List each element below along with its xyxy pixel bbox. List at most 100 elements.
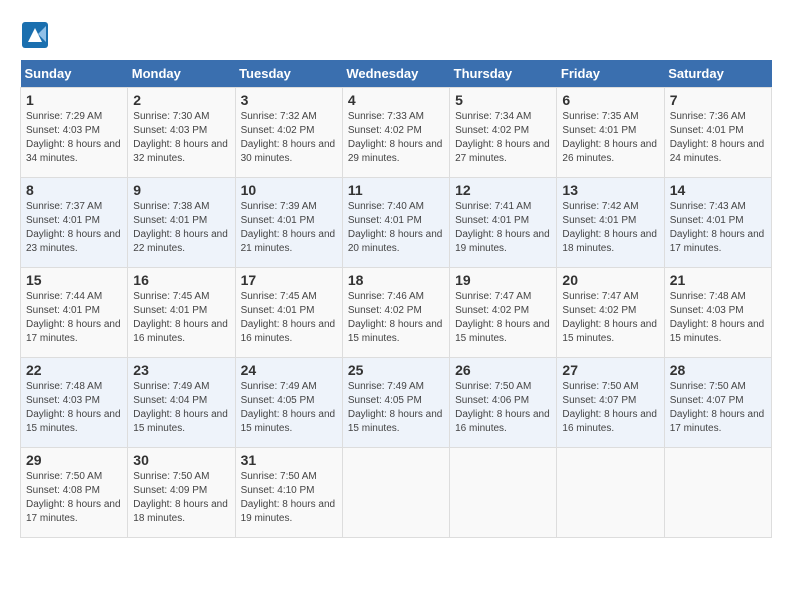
calendar-cell (342, 448, 449, 538)
day-number: 14 (670, 182, 766, 198)
day-number: 9 (133, 182, 229, 198)
day-info: Sunrise: 7:50 AMSunset: 4:07 PMDaylight:… (562, 380, 658, 436)
calendar-week-row: 29 Sunrise: 7:50 AMSunset: 4:08 PMDayligh… (21, 448, 772, 538)
day-info: Sunrise: 7:35 AMSunset: 4:01 PMDaylight:… (562, 110, 658, 166)
day-info: Sunrise: 7:50 AMSunset: 4:08 PMDaylight:… (26, 470, 122, 526)
calendar-week-row: 22 Sunrise: 7:48 AMSunset: 4:03 PMDayligh… (21, 358, 772, 448)
calendar-cell: 23 Sunrise: 7:49 AMSunset: 4:04 PMDayligh… (128, 358, 235, 448)
calendar-cell: 13Sunrise: 7:42 AMSunset: 4:01 PMDayligh… (557, 178, 664, 268)
calendar-cell: 9Sunrise: 7:38 AMSunset: 4:01 PMDaylight… (128, 178, 235, 268)
calendar-cell: 16Sunrise: 7:45 AMSunset: 4:01 PMDayligh… (128, 268, 235, 358)
day-info: Sunrise: 7:43 AMSunset: 4:01 PMDaylight:… (670, 200, 766, 256)
day-number: 7 (670, 92, 766, 108)
calendar-cell (450, 448, 557, 538)
calendar-table: SundayMondayTuesdayWednesdayThursdayFrid… (20, 60, 772, 538)
calendar-cell: 1 Sunrise: 7:29 AMSunset: 4:03 PMDaylight… (21, 88, 128, 178)
day-info: Sunrise: 7:30 AMSunset: 4:03 PMDaylight:… (133, 110, 229, 166)
day-number: 17 (241, 272, 337, 288)
day-number: 31 (241, 452, 337, 468)
day-info: Sunrise: 7:47 AMSunset: 4:02 PMDaylight:… (562, 290, 658, 346)
calendar-cell: 14 Sunrise: 7:43 AMSunset: 4:01 PMDayligh… (664, 178, 771, 268)
header-friday: Friday (557, 60, 664, 88)
calendar-cell: 20 Sunrise: 7:47 AMSunset: 4:02 PMDayligh… (557, 268, 664, 358)
day-info: Sunrise: 7:48 AMSunset: 4:03 PMDaylight:… (26, 380, 122, 436)
day-info: Sunrise: 7:49 AMSunset: 4:05 PMDaylight:… (348, 380, 444, 436)
calendar-cell: 6 Sunrise: 7:35 AMSunset: 4:01 PMDaylight… (557, 88, 664, 178)
day-info: Sunrise: 7:29 AMSunset: 4:03 PMDaylight:… (26, 110, 122, 166)
day-number: 23 (133, 362, 229, 378)
calendar-header-row: SundayMondayTuesdayWednesdayThursdayFrid… (21, 60, 772, 88)
day-info: Sunrise: 7:47 AMSunset: 4:02 PMDaylight:… (455, 290, 551, 346)
calendar-week-row: 15 Sunrise: 7:44 AMSunset: 4:01 PMDayligh… (21, 268, 772, 358)
day-info: Sunrise: 7:41 AMSunset: 4:01 PMDaylight:… (455, 200, 551, 256)
day-info: Sunrise: 7:50 AMSunset: 4:09 PMDaylight:… (133, 470, 229, 526)
day-info: Sunrise: 7:32 AMSunset: 4:02 PMDaylight:… (241, 110, 337, 166)
day-info: Sunrise: 7:49 AMSunset: 4:04 PMDaylight:… (133, 380, 229, 436)
day-number: 5 (455, 92, 551, 108)
day-number: 24 (241, 362, 337, 378)
day-info: Sunrise: 7:50 AMSunset: 4:06 PMDaylight:… (455, 380, 551, 436)
calendar-cell: 15 Sunrise: 7:44 AMSunset: 4:01 PMDayligh… (21, 268, 128, 358)
day-number: 29 (26, 452, 122, 468)
day-info: Sunrise: 7:48 AMSunset: 4:03 PMDaylight:… (670, 290, 766, 346)
day-info: Sunrise: 7:37 AMSunset: 4:01 PMDaylight:… (26, 200, 122, 256)
calendar-cell: 22 Sunrise: 7:48 AMSunset: 4:03 PMDayligh… (21, 358, 128, 448)
day-number: 15 (26, 272, 122, 288)
calendar-cell (557, 448, 664, 538)
calendar-cell: 3 Sunrise: 7:32 AMSunset: 4:02 PMDaylight… (235, 88, 342, 178)
calendar-cell: 27 Sunrise: 7:50 AMSunset: 4:07 PMDayligh… (557, 358, 664, 448)
day-number: 18 (348, 272, 444, 288)
day-info: Sunrise: 7:49 AMSunset: 4:05 PMDaylight:… (241, 380, 337, 436)
calendar-week-row: 1 Sunrise: 7:29 AMSunset: 4:03 PMDaylight… (21, 88, 772, 178)
day-number: 21 (670, 272, 766, 288)
calendar-cell: 17 Sunrise: 7:45 AMSunset: 4:01 PMDayligh… (235, 268, 342, 358)
calendar-week-row: 8 Sunrise: 7:37 AMSunset: 4:01 PMDaylight… (21, 178, 772, 268)
calendar-cell: 28 Sunrise: 7:50 AMSunset: 4:07 PMDayligh… (664, 358, 771, 448)
day-number: 16 (133, 272, 229, 288)
day-number: 4 (348, 92, 444, 108)
header-tuesday: Tuesday (235, 60, 342, 88)
day-number: 20 (562, 272, 658, 288)
day-info: Sunrise: 7:45 AMSunset: 4:01 PMDaylight:… (241, 290, 337, 346)
calendar-cell: 12Sunrise: 7:41 AMSunset: 4:01 PMDayligh… (450, 178, 557, 268)
day-number: 6 (562, 92, 658, 108)
header-wednesday: Wednesday (342, 60, 449, 88)
page-header (20, 20, 772, 50)
day-number: 8 (26, 182, 122, 198)
day-number: 27 (562, 362, 658, 378)
day-number: 22 (26, 362, 122, 378)
day-number: 3 (241, 92, 337, 108)
day-info: Sunrise: 7:36 AMSunset: 4:01 PMDaylight:… (670, 110, 766, 166)
calendar-cell: 25 Sunrise: 7:49 AMSunset: 4:05 PMDayligh… (342, 358, 449, 448)
calendar-cell: 8 Sunrise: 7:37 AMSunset: 4:01 PMDaylight… (21, 178, 128, 268)
day-number: 30 (133, 452, 229, 468)
calendar-cell: 30 Sunrise: 7:50 AMSunset: 4:09 PMDayligh… (128, 448, 235, 538)
calendar-cell: 18Sunrise: 7:46 AMSunset: 4:02 PMDayligh… (342, 268, 449, 358)
day-number: 26 (455, 362, 551, 378)
calendar-cell: 10Sunrise: 7:39 AMSunset: 4:01 PMDayligh… (235, 178, 342, 268)
calendar-cell: 11 Sunrise: 7:40 AMSunset: 4:01 PMDayligh… (342, 178, 449, 268)
calendar-cell: 21 Sunrise: 7:48 AMSunset: 4:03 PMDayligh… (664, 268, 771, 358)
day-info: Sunrise: 7:44 AMSunset: 4:01 PMDaylight:… (26, 290, 122, 346)
day-number: 13 (562, 182, 658, 198)
calendar-cell: 7 Sunrise: 7:36 AMSunset: 4:01 PMDaylight… (664, 88, 771, 178)
day-number: 25 (348, 362, 444, 378)
logo-icon (20, 20, 50, 50)
calendar-cell: 4 Sunrise: 7:33 AMSunset: 4:02 PMDaylight… (342, 88, 449, 178)
day-info: Sunrise: 7:33 AMSunset: 4:02 PMDaylight:… (348, 110, 444, 166)
day-number: 28 (670, 362, 766, 378)
day-number: 10 (241, 182, 337, 198)
day-number: 19 (455, 272, 551, 288)
calendar-cell: 31 Sunrise: 7:50 AMSunset: 4:10 PMDayligh… (235, 448, 342, 538)
header-saturday: Saturday (664, 60, 771, 88)
header-monday: Monday (128, 60, 235, 88)
day-info: Sunrise: 7:34 AMSunset: 4:02 PMDaylight:… (455, 110, 551, 166)
day-number: 11 (348, 182, 444, 198)
day-number: 1 (26, 92, 122, 108)
day-info: Sunrise: 7:50 AMSunset: 4:10 PMDaylight:… (241, 470, 337, 526)
calendar-cell (664, 448, 771, 538)
day-info: Sunrise: 7:40 AMSunset: 4:01 PMDaylight:… (348, 200, 444, 256)
calendar-cell: 29 Sunrise: 7:50 AMSunset: 4:08 PMDayligh… (21, 448, 128, 538)
day-number: 2 (133, 92, 229, 108)
day-info: Sunrise: 7:50 AMSunset: 4:07 PMDaylight:… (670, 380, 766, 436)
